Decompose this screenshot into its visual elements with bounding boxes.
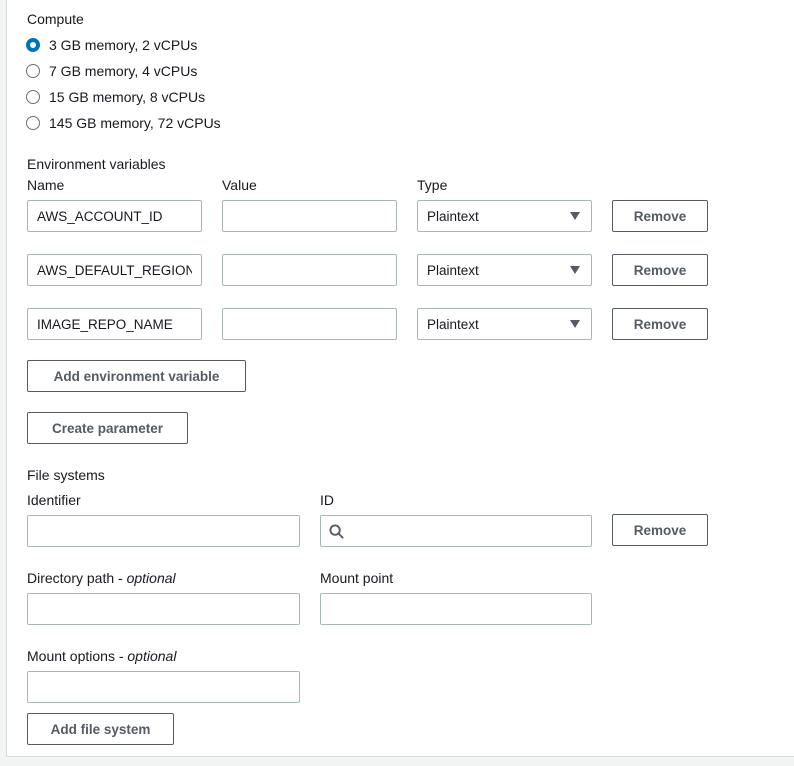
compute-option-label: 145 GB memory, 72 vCPUs [49, 115, 221, 131]
env-remove-button[interactable]: Remove [612, 308, 708, 340]
fs-mount-options-label: Mount options - optional [27, 648, 176, 664]
compute-option-7gb[interactable]: 7 GB memory, 4 vCPUs [26, 61, 197, 81]
env-type-header: Type [417, 177, 448, 193]
env-remove-button[interactable]: Remove [612, 254, 708, 286]
fs-identifier-label: Identifier [27, 492, 81, 508]
radio-selected[interactable] [26, 38, 40, 52]
env-type-selected: Plaintext [427, 208, 479, 224]
fs-mount-point-input[interactable] [320, 593, 592, 625]
env-type-selected: Plaintext [427, 316, 479, 332]
radio-unselected[interactable] [26, 116, 40, 130]
search-icon [329, 524, 344, 539]
fs-mount-options-label-text: Mount options - [27, 648, 128, 664]
radio-unselected[interactable] [26, 90, 40, 104]
env-name-input[interactable] [27, 308, 202, 340]
env-type-selected: Plaintext [427, 262, 479, 278]
env-value-input[interactable] [222, 254, 397, 286]
optional-tag: optional [126, 570, 176, 586]
compute-option-label: 7 GB memory, 4 vCPUs [49, 63, 198, 79]
env-name-input[interactable] [27, 200, 202, 232]
compute-option-145gb[interactable]: 145 GB memory, 72 vCPUs [26, 113, 221, 133]
env-value-input[interactable] [222, 200, 397, 232]
fs-identifier-input[interactable] [27, 515, 300, 547]
fs-mount-options-input[interactable] [27, 671, 300, 703]
env-name-header: Name [27, 177, 65, 193]
fs-remove-button[interactable]: Remove [612, 514, 708, 546]
add-env-variable-button[interactable]: Add environment variable [27, 360, 246, 392]
compute-option-15gb[interactable]: 15 GB memory, 8 vCPUs [26, 87, 205, 107]
create-parameter-button[interactable]: Create parameter [27, 412, 188, 444]
env-type-select[interactable]: Plaintext [417, 308, 592, 340]
env-name-input[interactable] [27, 254, 202, 286]
fs-id-search [320, 515, 592, 547]
fs-directory-path-label: Directory path - optional [27, 570, 176, 586]
env-value-input[interactable] [222, 308, 397, 340]
env-vars-title: Environment variables [27, 156, 166, 172]
caret-down-icon [570, 320, 580, 328]
fs-directory-path-label-text: Directory path - [27, 570, 127, 586]
file-systems-title: File systems [27, 467, 105, 483]
fs-mount-point-label: Mount point [320, 570, 394, 586]
add-file-system-button[interactable]: Add file system [27, 713, 174, 745]
compute-option-label: 3 GB memory, 2 vCPUs [49, 37, 198, 53]
env-type-select[interactable]: Plaintext [417, 200, 592, 232]
env-remove-button[interactable]: Remove [612, 200, 708, 232]
compute-title: Compute [27, 11, 84, 27]
env-type-select[interactable]: Plaintext [417, 254, 592, 286]
fs-id-search-input[interactable] [320, 515, 592, 547]
compute-option-label: 15 GB memory, 8 vCPUs [49, 89, 206, 105]
caret-down-icon [570, 212, 580, 220]
compute-option-3gb[interactable]: 3 GB memory, 2 vCPUs [26, 35, 197, 55]
fs-id-label: ID [320, 492, 334, 508]
caret-down-icon [570, 266, 580, 274]
env-value-header: Value [222, 177, 257, 193]
radio-unselected[interactable] [26, 64, 40, 78]
optional-tag: optional [127, 648, 177, 664]
fs-directory-path-input[interactable] [27, 593, 300, 625]
